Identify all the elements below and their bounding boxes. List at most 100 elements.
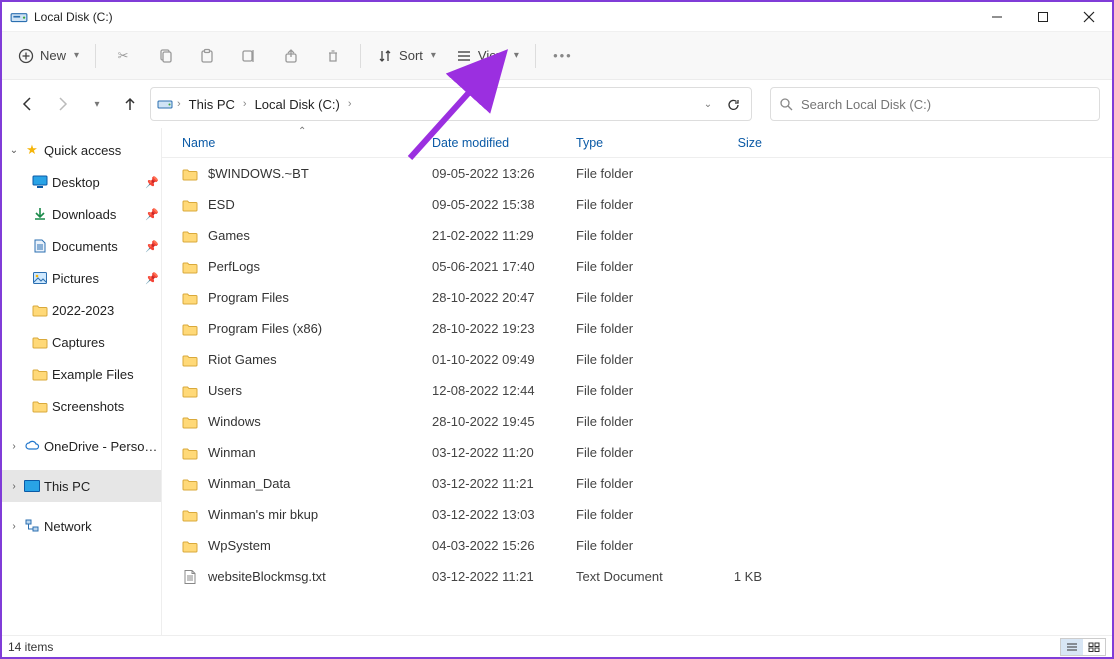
copy-button[interactable] <box>144 38 186 74</box>
tree-network[interactable]: › Network <box>2 510 161 542</box>
column-size[interactable]: Size <box>698 136 772 150</box>
minimize-button[interactable] <box>974 2 1020 32</box>
recent-locations-button[interactable]: ▾ <box>82 88 110 120</box>
file-row[interactable]: Windows28-10-2022 19:45File folder <box>162 406 1112 437</box>
folder-icon <box>182 414 198 430</box>
more-button[interactable]: ••• <box>542 38 584 74</box>
tree-quick-access[interactable]: ⌄ ★ Quick access <box>2 134 161 166</box>
address-dropdown-button[interactable]: ⌄ <box>695 89 719 119</box>
file-type: File folder <box>576 414 698 429</box>
sidebar-item-desktop[interactable]: Desktop📌 <box>2 166 161 198</box>
file-type: File folder <box>576 538 698 553</box>
sort-button[interactable]: Sort ▾ <box>367 38 446 74</box>
file-row[interactable]: Program Files28-10-2022 20:47File folder <box>162 282 1112 313</box>
chevron-right-icon[interactable]: › <box>175 98 183 110</box>
file-name: PerfLogs <box>208 259 260 274</box>
rename-button[interactable] <box>228 38 270 74</box>
folder-icon <box>182 507 198 523</box>
file-date: 09-05-2022 15:38 <box>432 197 576 212</box>
plus-circle-icon <box>18 48 34 64</box>
chevron-right-icon[interactable]: › <box>8 481 20 492</box>
file-row[interactable]: ESD09-05-2022 15:38File folder <box>162 189 1112 220</box>
status-bar: 14 items <box>2 635 1112 657</box>
file-type: File folder <box>576 445 698 460</box>
sidebar-item-folder[interactable]: Screenshots <box>2 390 161 422</box>
file-name: Games <box>208 228 250 243</box>
file-row[interactable]: PerfLogs 05-06-2021 17:40File folder <box>162 251 1112 282</box>
documents-icon <box>32 238 48 254</box>
sidebar-item-label: Example Files <box>52 367 161 382</box>
column-type[interactable]: Type <box>576 136 698 150</box>
search-input[interactable] <box>801 97 1091 112</box>
details-view-button[interactable] <box>1061 639 1083 655</box>
thumbnails-view-button[interactable] <box>1083 639 1105 655</box>
window-title: Local Disk (C:) <box>34 10 113 24</box>
sort-asc-icon: ⌃ <box>298 126 306 137</box>
file-date: 28-10-2022 20:47 <box>432 290 576 305</box>
file-row[interactable]: WpSystem04-03-2022 15:26File folder <box>162 530 1112 561</box>
pin-icon: 📌 <box>143 208 161 221</box>
chevron-right-icon[interactable]: › <box>241 98 249 110</box>
file-row[interactable]: websiteBlockmsg.txt03-12-2022 11:21Text … <box>162 561 1112 592</box>
tree-onedrive[interactable]: › OneDrive - Personal <box>2 430 161 462</box>
file-row[interactable]: Program Files (x86)28-10-2022 19:23File … <box>162 313 1112 344</box>
file-row[interactable]: Users12-08-2022 12:44File folder <box>162 375 1112 406</box>
file-name: websiteBlockmsg.txt <box>208 569 326 584</box>
folder-icon <box>32 302 48 318</box>
sort-label: Sort <box>399 48 423 63</box>
file-name: Winman <box>208 445 256 460</box>
file-row[interactable]: Winman_Data03-12-2022 11:21File folder <box>162 468 1112 499</box>
file-row[interactable]: Games21-02-2022 11:29File folder <box>162 220 1112 251</box>
chevron-right-icon[interactable]: › <box>8 441 20 452</box>
chevron-down-icon: ▾ <box>514 50 519 61</box>
file-name: Winman's mir bkup <box>208 507 318 522</box>
tree-this-pc[interactable]: › This PC <box>2 470 161 502</box>
close-button[interactable] <box>1066 2 1112 32</box>
chevron-right-icon[interactable]: › <box>346 98 354 110</box>
maximize-button[interactable] <box>1020 2 1066 32</box>
cut-button[interactable]: ✂ <box>102 38 144 74</box>
refresh-button[interactable] <box>721 89 745 119</box>
file-row[interactable]: Winman03-12-2022 11:20File folder <box>162 437 1112 468</box>
delete-button[interactable] <box>312 38 354 74</box>
file-date: 05-06-2021 17:40 <box>432 259 576 274</box>
sidebar-item-pictures[interactable]: Pictures📌 <box>2 262 161 294</box>
paste-icon <box>199 48 215 64</box>
search-box[interactable] <box>770 87 1100 121</box>
sidebar-item-folder[interactable]: Captures <box>2 326 161 358</box>
sidebar-item-folder[interactable]: 2022-2023 <box>2 294 161 326</box>
up-button[interactable] <box>116 88 144 120</box>
file-row[interactable]: $WINDOWS.~BT09-05-2022 13:26File folder <box>162 158 1112 189</box>
back-button[interactable] <box>14 88 42 120</box>
column-name[interactable]: Name ⌃ <box>182 136 432 150</box>
drive-icon <box>157 96 173 112</box>
new-button[interactable]: New ▾ <box>8 38 89 74</box>
paste-button[interactable] <box>186 38 228 74</box>
file-type: File folder <box>576 259 698 274</box>
file-type: File folder <box>576 352 698 367</box>
file-row[interactable]: Riot Games01-10-2022 09:49File folder <box>162 344 1112 375</box>
pin-icon: 📌 <box>143 240 161 253</box>
file-date: 09-05-2022 13:26 <box>432 166 576 181</box>
sidebar-item-documents[interactable]: Documents📌 <box>2 230 161 262</box>
share-button[interactable] <box>270 38 312 74</box>
file-row[interactable]: Winman's mir bkup03-12-2022 13:03File fo… <box>162 499 1112 530</box>
file-date: 04-03-2022 15:26 <box>432 538 576 553</box>
file-name: $WINDOWS.~BT <box>208 166 309 181</box>
sidebar-item-label: Captures <box>52 335 161 350</box>
breadcrumb-location[interactable]: Local Disk (C:) <box>251 97 344 112</box>
sidebar-item-folder[interactable]: Example Files <box>2 358 161 390</box>
sidebar-item-label: Desktop <box>52 175 139 190</box>
view-mode-toggle <box>1060 638 1106 656</box>
column-date[interactable]: Date modified <box>432 136 576 150</box>
view-button[interactable]: View ▾ <box>446 38 529 74</box>
sidebar-item-downloads[interactable]: Downloads📌 <box>2 198 161 230</box>
folder-icon <box>182 290 198 306</box>
address-bar[interactable]: › This PC › Local Disk (C:) › ⌄ <box>150 87 752 121</box>
breadcrumb-this-pc[interactable]: This PC <box>185 97 239 112</box>
forward-button[interactable] <box>48 88 76 120</box>
chevron-down-icon: ▾ <box>74 50 79 61</box>
cut-icon: ✂ <box>118 48 129 64</box>
chevron-right-icon[interactable]: › <box>8 521 20 532</box>
chevron-down-icon[interactable]: ⌄ <box>8 145 20 156</box>
